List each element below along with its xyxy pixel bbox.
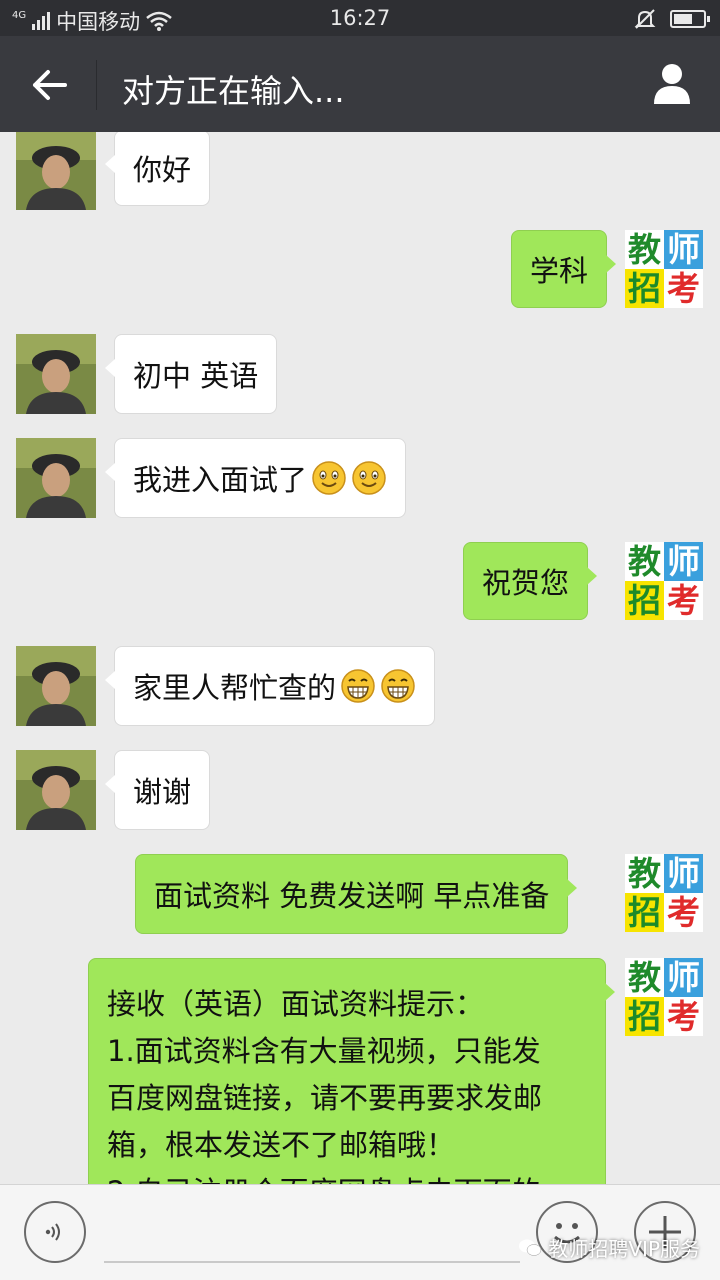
contact-avatar[interactable] bbox=[16, 438, 96, 518]
message-line: 接收（英语）面试资料提示： bbox=[107, 987, 485, 1021]
logo-char: 教 bbox=[625, 230, 664, 269]
sender-avatar-logo[interactable]: 教师招考 bbox=[625, 854, 703, 932]
message-bubble-sent-long[interactable]: 接收（英语）面试资料提示： 1.面试资料含有大量视频，只能发 百度网盘链接，请不… bbox=[88, 958, 615, 1184]
message-text: 你好 bbox=[133, 153, 192, 187]
message-bubble-received[interactable]: 我进入面试了 bbox=[104, 438, 407, 518]
status-bar: 4G 中国移动 16:27 bbox=[0, 0, 720, 36]
wechat-icon bbox=[519, 1239, 542, 1256]
avatar-photo bbox=[16, 750, 96, 830]
logo-char: 师 bbox=[664, 230, 703, 269]
message-line: 箱，根本发送不了邮箱哦！ bbox=[107, 1128, 456, 1162]
message-line: 百度网盘链接，请不要再要求发邮 bbox=[107, 1081, 543, 1115]
input-bar: 教师招聘VIP服务 bbox=[0, 1184, 720, 1280]
grin-emoji-icon bbox=[381, 669, 415, 703]
back-arrow-icon bbox=[33, 70, 67, 100]
logo-char: 招 bbox=[625, 997, 664, 1036]
chat-title: 对方正在输入... bbox=[122, 72, 345, 110]
logo-char: 教 bbox=[625, 542, 664, 581]
logo-char: 考 bbox=[664, 893, 703, 932]
voice-button[interactable] bbox=[24, 1201, 86, 1263]
profile-icon[interactable] bbox=[652, 62, 692, 104]
message-bubble-sent[interactable]: 祝贺您 bbox=[463, 542, 598, 620]
contact-avatar[interactable] bbox=[16, 334, 96, 414]
back-button[interactable] bbox=[26, 62, 72, 108]
message-line: 1.面试资料含有大量视频，只能发 bbox=[107, 1034, 541, 1068]
message-bubble-sent[interactable]: 面试资料 免费发送啊 早点准备 bbox=[135, 854, 578, 934]
message-bubble-received[interactable]: 初中 英语 bbox=[104, 334, 278, 414]
logo-char: 考 bbox=[664, 269, 703, 308]
contact-avatar[interactable] bbox=[16, 646, 96, 726]
logo-char: 考 bbox=[664, 581, 703, 620]
logo-char: 招 bbox=[625, 893, 664, 932]
watermark-text: 教师招聘VIP服务 bbox=[548, 1237, 700, 1261]
avatar-photo bbox=[16, 334, 96, 414]
message-bubble-received[interactable]: 家里人帮忙查的 bbox=[104, 646, 436, 726]
message-bubble-received[interactable]: 你好 bbox=[104, 132, 211, 206]
message-text: 初中 英语 bbox=[133, 359, 259, 393]
avatar-photo bbox=[16, 438, 96, 518]
status-right bbox=[634, 8, 710, 30]
logo-char: 考 bbox=[664, 997, 703, 1036]
message-input[interactable] bbox=[104, 1261, 520, 1263]
message-text: 我进入面试了 bbox=[133, 463, 308, 497]
contact-avatar[interactable] bbox=[16, 750, 96, 830]
contact-avatar[interactable] bbox=[16, 132, 96, 210]
logo-char: 师 bbox=[664, 542, 703, 581]
message-text: 学科 bbox=[530, 254, 589, 288]
message-bubble-received[interactable]: 谢谢 bbox=[104, 750, 211, 830]
avatar-photo bbox=[16, 646, 96, 726]
logo-char: 招 bbox=[625, 581, 664, 620]
message-text: 面试资料 免费发送啊 早点准备 bbox=[154, 879, 550, 913]
voice-icon bbox=[45, 1223, 60, 1241]
watermark: 教师招聘VIP服务 bbox=[518, 1233, 700, 1262]
message-text: 祝贺您 bbox=[482, 566, 570, 600]
logo-char: 师 bbox=[664, 958, 703, 997]
clock: 16:27 bbox=[329, 6, 391, 30]
smile-emoji-icon bbox=[352, 461, 386, 495]
mute-bell-icon bbox=[634, 9, 656, 29]
logo-char: 教 bbox=[625, 958, 664, 997]
logo-char: 招 bbox=[625, 269, 664, 308]
message-text: 家里人帮忙查的 bbox=[133, 671, 337, 705]
message-bubble-sent[interactable]: 学科 bbox=[511, 230, 617, 308]
sender-avatar-logo[interactable]: 教师招考 bbox=[625, 958, 703, 1036]
battery-icon bbox=[670, 10, 710, 28]
grin-emoji-icon bbox=[341, 669, 375, 703]
message-line: 2.自己注册个百度网盘点击下面的 bbox=[107, 1169, 587, 1184]
logo-char: 教 bbox=[625, 854, 664, 893]
smile-emoji-icon bbox=[312, 461, 346, 495]
sender-avatar-logo[interactable]: 教师招考 bbox=[625, 542, 703, 620]
header-divider bbox=[96, 60, 97, 110]
chat-area[interactable]: 你好 学科 教师招考 初中 英语 我进入面试了 祝贺您 教师招考 家里人帮忙查的… bbox=[0, 132, 720, 1184]
logo-char: 师 bbox=[664, 854, 703, 893]
sender-avatar-logo[interactable]: 教师招考 bbox=[625, 230, 703, 308]
avatar-photo bbox=[16, 132, 96, 210]
chat-header: 对方正在输入... bbox=[0, 36, 720, 132]
message-text: 谢谢 bbox=[133, 775, 192, 809]
